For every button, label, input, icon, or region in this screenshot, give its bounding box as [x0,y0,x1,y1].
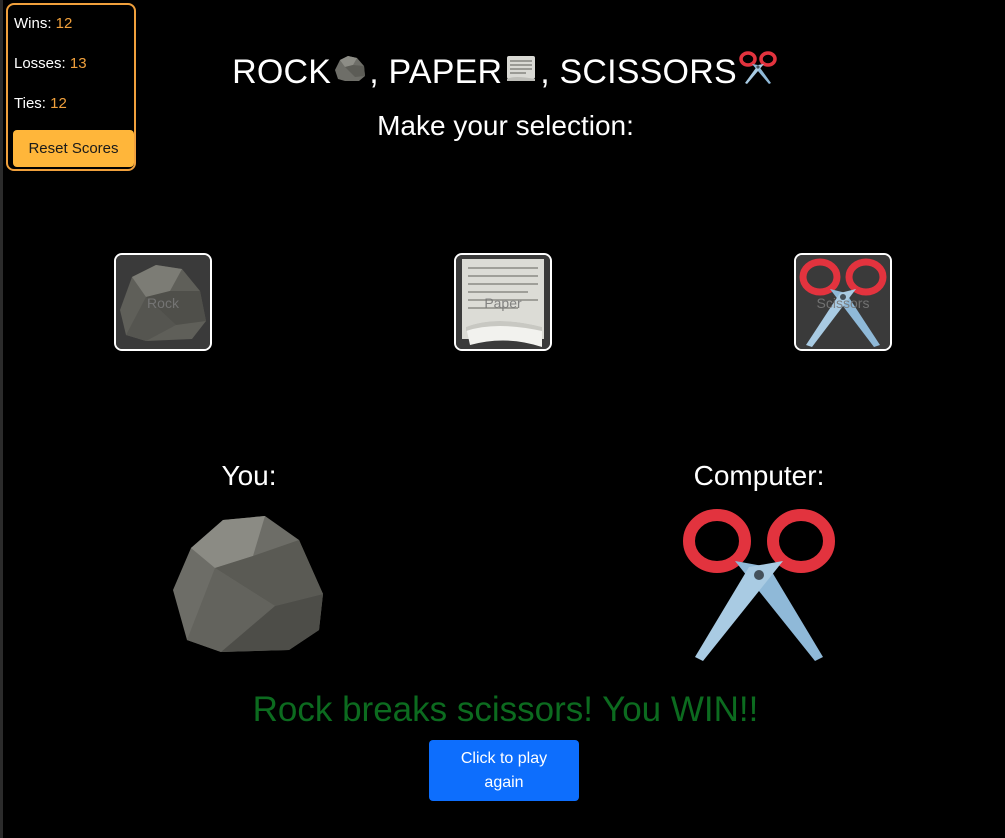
scissors-icon [683,509,835,661]
title-rock: ROCK [232,53,332,91]
game-page: Wins: 12 Losses: 13 Ties: 12 Reset Score… [0,0,1005,838]
wins-label: Wins: [14,15,52,32]
choice-scissors-label: Scissors [816,295,870,311]
newspaper-icon [504,53,538,92]
scissors-icon [739,50,777,95]
rock-icon [173,516,323,652]
page-title: ROCK , PAPER , SCISSORS [3,50,1005,95]
rock-icon [333,53,367,92]
choice-rock-label: Rock [147,295,179,311]
choice-scissors-button[interactable]: Scissors [794,253,892,351]
play-again-button[interactable]: Click to play again [429,740,579,801]
choice-paper-label: Paper [484,295,522,311]
choice-paper-button[interactable]: Paper [454,253,552,351]
computer-pick [681,505,837,670]
computer-label: Computer: [693,460,825,491]
you-pick [169,512,329,662]
title-paper: , PAPER [369,53,503,91]
selection-prompt: Make your selection: [377,110,634,141]
title-scissors: , SCISSORS [540,53,737,91]
wins-value: 12 [55,15,73,32]
choice-rock-button[interactable]: Rock [114,253,212,351]
result-message: Rock breaks scissors! You WIN!! [252,690,759,729]
wins-row: Wins: 12 [14,13,128,53]
you-label: You: [221,460,277,491]
